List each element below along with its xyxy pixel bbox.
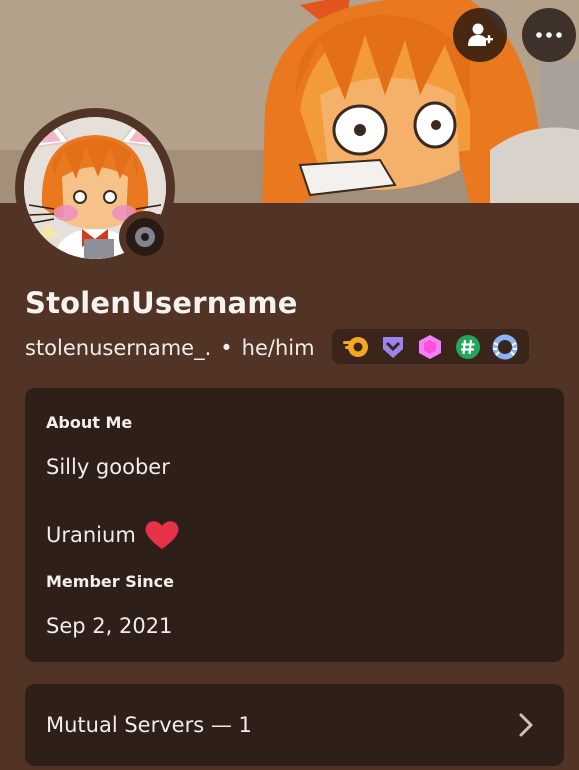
heart-icon xyxy=(145,521,179,549)
username[interactable]: stolenusername_. xyxy=(25,336,211,360)
status-indicator xyxy=(119,211,171,263)
add-friend-icon xyxy=(468,23,493,46)
about-me-heading: About Me xyxy=(46,413,133,432)
mutual-servers-button[interactable]: Mutual Servers — 1 xyxy=(25,684,564,766)
orange-boost-badge-icon[interactable] xyxy=(342,333,370,361)
about-me-line2-row: Uranium xyxy=(46,519,180,551)
purple-shield-badge-icon[interactable] xyxy=(379,333,407,361)
about-me-line2: Uranium xyxy=(46,523,136,547)
member-since-date: Sep 2, 2021 xyxy=(46,614,173,638)
more-options-button[interactable] xyxy=(522,8,576,62)
pronouns: he/him xyxy=(241,336,315,360)
mutual-servers-label: Mutual Servers — 1 xyxy=(46,713,252,737)
username-row: stolenusername_. • he/him xyxy=(25,333,315,363)
green-hashtag-badge-icon[interactable] xyxy=(454,333,482,361)
pink-nitro-gem-badge-icon[interactable] xyxy=(416,333,444,361)
display-name: StolenUsername xyxy=(25,286,298,320)
member-since-heading: Member Since xyxy=(46,572,174,591)
avatar-container[interactable] xyxy=(15,108,175,268)
blue-laurel-badge-icon[interactable] xyxy=(491,333,519,361)
profile-info-card: About Me Silly goober Uranium Member Sin… xyxy=(25,388,564,662)
more-icon xyxy=(536,32,562,38)
status-offline-icon xyxy=(126,218,164,256)
badge-list xyxy=(332,329,529,364)
about-me-line1: Silly goober xyxy=(46,455,170,479)
separator-dot: • xyxy=(220,336,233,360)
chevron-right-icon xyxy=(519,713,533,737)
add-friend-button[interactable] xyxy=(453,8,507,62)
